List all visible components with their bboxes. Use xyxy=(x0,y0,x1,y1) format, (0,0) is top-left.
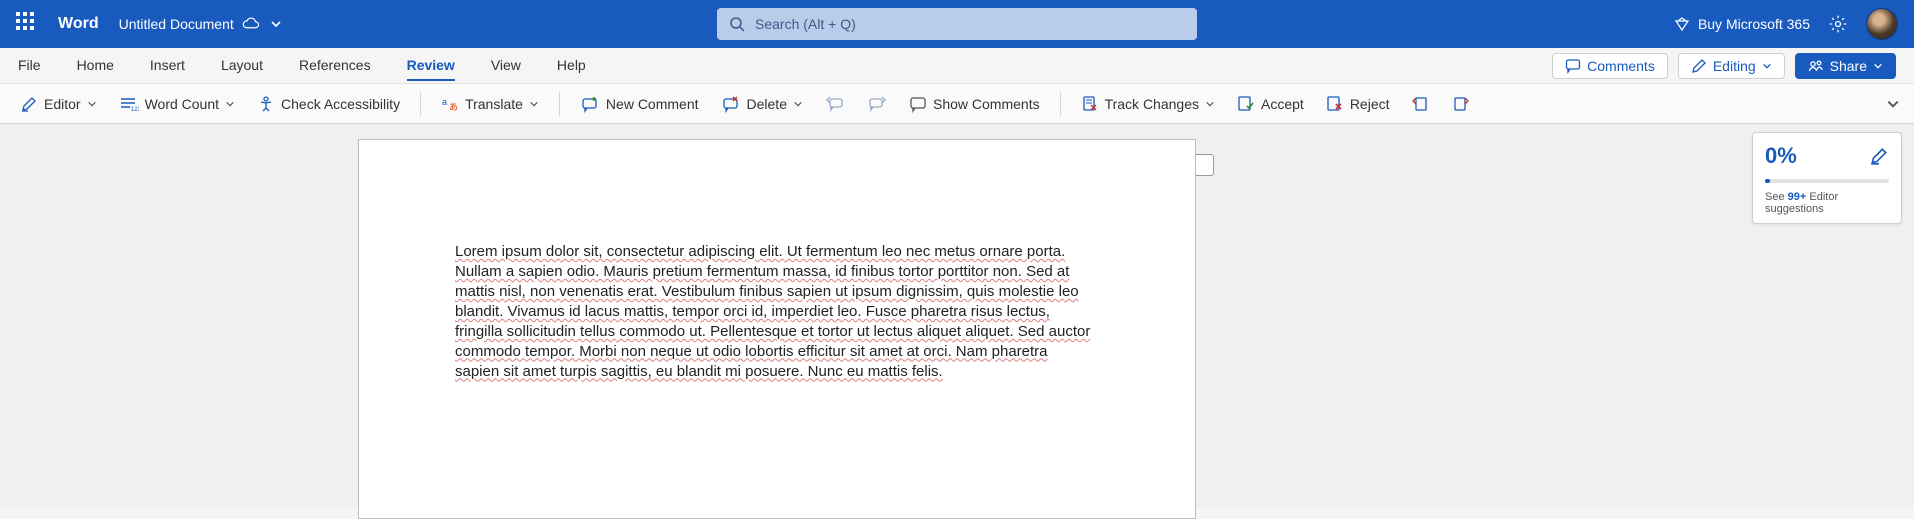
app-name[interactable]: Word xyxy=(58,15,99,33)
editor-pen-icon xyxy=(1869,146,1889,166)
search-placeholder: Search (Alt + Q) xyxy=(755,16,856,32)
accept-button[interactable]: Accept xyxy=(1231,91,1310,117)
page-side-tab[interactable] xyxy=(1196,154,1214,176)
editor-button[interactable]: Editor xyxy=(14,91,103,117)
editing-label: Editing xyxy=(1713,58,1756,74)
tab-file[interactable]: File xyxy=(18,51,41,81)
app-launcher-icon[interactable] xyxy=(16,12,40,36)
separator xyxy=(420,92,421,116)
svg-text:a: a xyxy=(442,97,447,107)
document-body-text[interactable]: Lorem ipsum dolor sit, consectetur adipi… xyxy=(455,242,1095,382)
tab-view[interactable]: View xyxy=(491,51,521,81)
chevron-down-icon xyxy=(1205,99,1215,109)
next-change-icon xyxy=(1452,95,1470,113)
menu-bar: File Home Insert Layout References Revie… xyxy=(0,48,1914,84)
diamond-icon xyxy=(1674,16,1690,32)
svg-text:あ: あ xyxy=(449,102,458,112)
saved-cloud-icon[interactable] xyxy=(242,17,260,31)
next-change-button[interactable] xyxy=(1446,91,1476,117)
buy-microsoft-365-button[interactable]: Buy Microsoft 365 xyxy=(1674,16,1810,32)
chevron-down-icon xyxy=(1762,61,1772,71)
user-avatar[interactable] xyxy=(1866,8,1898,40)
tab-layout[interactable]: Layout xyxy=(221,51,263,81)
document-title[interactable]: Untitled Document xyxy=(119,16,234,32)
track-changes-label: Track Changes xyxy=(1105,96,1199,112)
translate-button[interactable]: aあ Translate xyxy=(435,91,545,117)
settings-gear-icon[interactable] xyxy=(1828,14,1848,34)
comments-button[interactable]: Comments xyxy=(1552,53,1668,79)
delete-comment-icon xyxy=(721,95,741,113)
word-count-label: Word Count xyxy=(145,96,219,112)
check-accessibility-label: Check Accessibility xyxy=(281,96,400,112)
editing-mode-button[interactable]: Editing xyxy=(1678,53,1785,79)
prev-change-icon xyxy=(1412,95,1430,113)
show-comments-icon xyxy=(909,95,927,113)
editor-score-percent: 0% xyxy=(1765,143,1797,169)
previous-change-button[interactable] xyxy=(1406,91,1436,117)
reject-label: Reject xyxy=(1350,96,1390,112)
accept-label: Accept xyxy=(1261,96,1304,112)
separator xyxy=(559,92,560,116)
tab-insert[interactable]: Insert xyxy=(150,51,185,81)
document-canvas: Lorem ipsum dolor sit, consectetur adipi… xyxy=(0,124,1914,507)
paragraph-text: Lorem ipsum dolor sit, consectetur adipi… xyxy=(455,243,1090,380)
accessibility-icon xyxy=(257,95,275,113)
new-comment-button[interactable]: New Comment xyxy=(574,91,705,117)
tab-home[interactable]: Home xyxy=(77,51,114,81)
word-count-button[interactable]: 123 Word Count xyxy=(113,91,241,117)
chevron-down-icon xyxy=(87,99,97,109)
chevron-down-icon xyxy=(529,99,539,109)
tab-help[interactable]: Help xyxy=(557,51,586,81)
editor-label: Editor xyxy=(44,96,81,112)
buy-label: Buy Microsoft 365 xyxy=(1698,16,1810,32)
share-people-icon xyxy=(1808,58,1824,74)
search-icon xyxy=(729,16,745,32)
delete-comment-button[interactable]: Delete xyxy=(715,91,809,117)
ribbon-review: Editor 123 Word Count Check Accessibilit… xyxy=(0,84,1914,124)
svg-text:123: 123 xyxy=(131,107,139,113)
document-page[interactable]: Lorem ipsum dolor sit, consectetur adipi… xyxy=(358,139,1196,519)
new-comment-label: New Comment xyxy=(606,96,699,112)
chevron-down-icon xyxy=(225,99,235,109)
editor-suggestions-card[interactable]: 0% See 99+ Editor suggestions xyxy=(1752,132,1902,224)
tab-references[interactable]: References xyxy=(299,51,371,81)
track-changes-icon xyxy=(1081,95,1099,113)
search-box[interactable]: Search (Alt + Q) xyxy=(717,8,1197,40)
new-comment-icon xyxy=(580,95,600,113)
reject-button[interactable]: Reject xyxy=(1320,91,1396,117)
show-comments-button[interactable]: Show Comments xyxy=(903,91,1046,117)
accept-icon xyxy=(1237,95,1255,113)
editor-see-suggestions[interactable]: See 99+ Editor suggestions xyxy=(1765,191,1889,215)
share-label: Share xyxy=(1830,58,1867,74)
translate-icon: aあ xyxy=(441,95,459,113)
prev-comment-icon xyxy=(825,95,845,113)
reject-icon xyxy=(1326,95,1344,113)
next-comment-icon xyxy=(867,95,887,113)
translate-label: Translate xyxy=(465,96,523,112)
word-count-icon: 123 xyxy=(119,95,139,113)
document-title-chevron-icon[interactable] xyxy=(270,18,282,30)
delete-label: Delete xyxy=(747,96,787,112)
comment-icon xyxy=(1565,58,1581,74)
previous-comment-button[interactable] xyxy=(819,91,851,117)
track-changes-button[interactable]: Track Changes xyxy=(1075,91,1221,117)
chevron-down-icon xyxy=(1873,61,1883,71)
next-comment-button[interactable] xyxy=(861,91,893,117)
pencil-icon xyxy=(1691,58,1707,74)
share-button[interactable]: Share xyxy=(1795,53,1896,79)
show-comments-label: Show Comments xyxy=(933,96,1040,112)
menu-tabs: File Home Insert Layout References Revie… xyxy=(18,51,586,81)
title-bar: Word Untitled Document Search (Alt + Q) … xyxy=(0,0,1914,48)
check-accessibility-button[interactable]: Check Accessibility xyxy=(251,91,406,117)
separator xyxy=(1060,92,1061,116)
ribbon-expand-chevron-icon[interactable] xyxy=(1886,97,1900,111)
chevron-down-icon xyxy=(793,99,803,109)
editor-pen-icon xyxy=(20,95,38,113)
tab-review[interactable]: Review xyxy=(407,51,455,81)
editor-progress-bar xyxy=(1765,179,1889,183)
comments-label: Comments xyxy=(1587,58,1655,74)
